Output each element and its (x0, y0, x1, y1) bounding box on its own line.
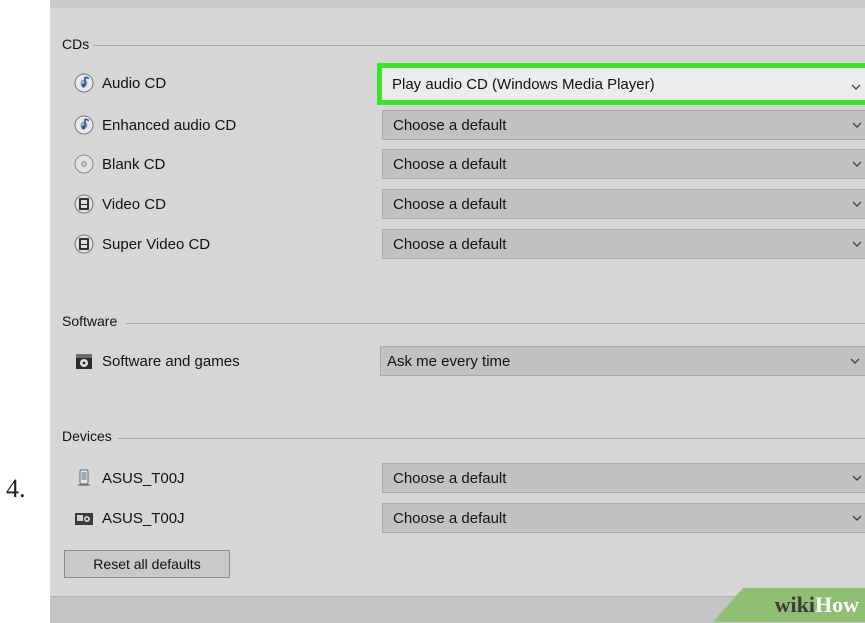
devices-section-divider (118, 438, 865, 439)
watermark-how: How (815, 592, 859, 617)
row-label-text: ASUS_T00J (102, 469, 185, 487)
row-blank-cd: Blank CD (74, 149, 165, 179)
chevron-down-icon (852, 515, 862, 521)
row-enhanced-audio-cd: Enhanced audio CD (74, 110, 236, 140)
software-section-title: Software (62, 313, 122, 329)
select-value: Choose a default (393, 116, 507, 134)
select-value: Choose a default (393, 469, 507, 487)
software-section-divider (126, 323, 865, 324)
audio-cd-icon (74, 115, 94, 135)
select-value: Ask me every time (387, 352, 511, 370)
row-label-text: Enhanced audio CD (102, 116, 237, 134)
chevron-down-icon (852, 201, 862, 207)
audio-cd-select[interactable]: Play audio CD (Windows Media Player) (377, 63, 865, 105)
enhanced-audio-cd-select[interactable]: Choose a default (382, 110, 865, 140)
camera-device-icon (75, 513, 93, 525)
chevron-down-icon (852, 161, 862, 167)
row-label-text: Software and games (102, 352, 240, 370)
select-value: Choose a default (393, 509, 507, 527)
row-label-text: Video CD (102, 195, 166, 213)
chevron-down-icon (852, 122, 862, 128)
autoplay-panel: CDs Audio CD Play audio CD (Windows Medi… (50, 0, 865, 623)
cds-section-divider (90, 45, 865, 46)
blank-cd-select[interactable]: Choose a default (382, 149, 865, 179)
row-label-text: Audio CD (102, 74, 167, 92)
video-cd-icon (74, 234, 94, 254)
blank-cd-icon (74, 154, 94, 174)
panel-top-strip (50, 0, 865, 8)
chevron-down-icon (851, 84, 861, 90)
chevron-down-icon (850, 358, 860, 364)
software-icon (76, 354, 92, 369)
device-2-select[interactable]: Choose a default (382, 503, 865, 533)
row-device-2: ASUS_T00J (74, 503, 185, 533)
select-value: Choose a default (393, 195, 507, 213)
row-video-cd: Video CD (74, 189, 166, 219)
select-value: Choose a default (393, 235, 507, 253)
software-and-games-select[interactable]: Ask me every time (380, 346, 865, 376)
devices-section-title: Devices (62, 428, 116, 444)
chevron-down-icon (852, 475, 862, 481)
row-device-1: ASUS_T00J (74, 463, 185, 493)
row-label-text: Super Video CD (102, 235, 211, 253)
row-super-video-cd: Super Video CD (74, 229, 210, 259)
phone-device-icon (78, 469, 90, 486)
wikihow-watermark: wiki How (713, 588, 865, 622)
device-1-select[interactable]: Choose a default (382, 463, 865, 493)
super-video-cd-select[interactable]: Choose a default (382, 229, 865, 259)
video-cd-icon (74, 194, 94, 214)
reset-all-defaults-button[interactable]: Reset all defaults (64, 550, 230, 578)
row-label-text: Blank CD (102, 155, 166, 173)
cds-section-title: CDs (62, 36, 94, 52)
row-software-and-games: Software and games (74, 346, 240, 376)
step-number: 4. (6, 474, 26, 503)
video-cd-select[interactable]: Choose a default (382, 189, 865, 219)
audio-cd-icon (74, 73, 94, 93)
select-value: Play audio CD (Windows Media Player) (392, 75, 655, 93)
row-label-text: ASUS_T00J (102, 509, 185, 527)
watermark-wiki: wiki (774, 592, 815, 617)
chevron-down-icon (852, 241, 862, 247)
row-audio-cd: Audio CD (74, 68, 166, 98)
select-value: Choose a default (393, 155, 507, 173)
